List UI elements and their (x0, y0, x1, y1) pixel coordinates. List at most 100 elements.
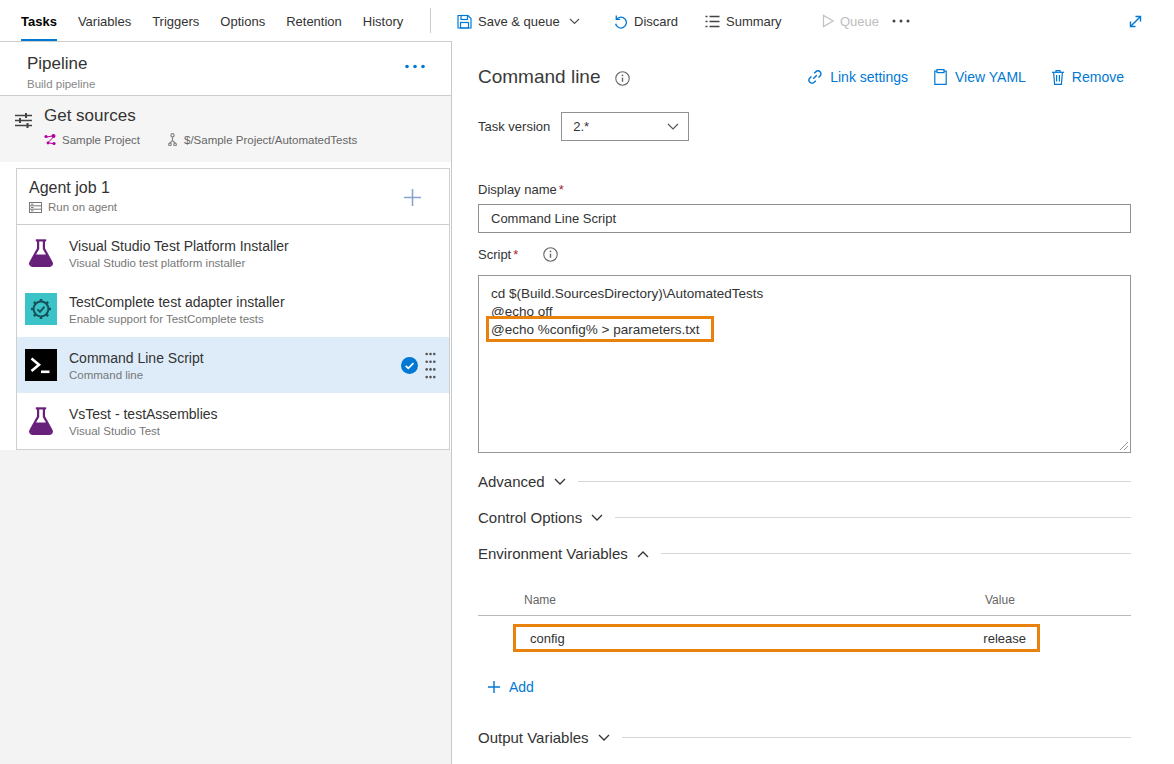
more-actions-button[interactable] (892, 0, 910, 42)
tab-retention[interactable]: Retention (286, 0, 342, 42)
detail-title: Command line (478, 66, 601, 88)
agent-job-title: Agent job 1 (29, 179, 449, 197)
env-name-input[interactable]: config (530, 631, 565, 646)
link-settings-label: Link settings (830, 69, 908, 85)
env-table-rows: config release (478, 624, 1131, 652)
tab-variables[interactable]: Variables (78, 0, 131, 42)
remove-button[interactable]: Remove (1051, 69, 1124, 85)
section-advanced-label: Advanced (478, 473, 545, 490)
env-variable-row: config release (513, 624, 1040, 652)
drag-handle[interactable] (425, 352, 436, 379)
chevron-down-icon (598, 734, 610, 742)
expand-icon (1128, 14, 1143, 29)
queue-button-disabled[interactable]: Queue (822, 0, 879, 42)
selected-check-icon[interactable] (401, 357, 418, 374)
ellipsis-icon (892, 19, 910, 23)
section-divider-line (578, 481, 1131, 482)
agent-icon (29, 202, 42, 213)
task-subtitle: Command line (69, 369, 204, 381)
tab-history[interactable]: History (363, 0, 403, 42)
env-name-header: Name (524, 593, 556, 607)
link-settings-button[interactable]: Link settings (807, 69, 908, 85)
view-yaml-label: View YAML (955, 69, 1026, 85)
detail-header: Command line Link settings View YAML Rem… (478, 60, 1131, 93)
sources-icon (15, 113, 32, 128)
task-subtitle: Enable support for TestComplete tests (69, 313, 285, 325)
agent-job-card: Agent job 1 Run on agent Visual Studio T… (16, 168, 450, 450)
document-icon (933, 69, 948, 85)
script-textarea[interactable]: cd $(Build.SourcesDirectory)\AutomatedTe… (478, 275, 1131, 453)
resize-handle[interactable] (1119, 441, 1129, 451)
project-name: Sample Project (62, 134, 140, 146)
task-row[interactable]: Command Line Script Command line (17, 337, 449, 393)
script-label: Script* (478, 247, 518, 262)
env-value-input[interactable]: release (983, 631, 1026, 646)
task-subtitle: Visual Studio test platform installer (69, 257, 289, 269)
section-control-options[interactable]: Control Options (478, 509, 1131, 526)
get-sources-item[interactable]: Get sources Sample Project $/Sample Proj… (0, 96, 451, 162)
section-control-options-label: Control Options (478, 509, 582, 526)
fullscreen-toggle-button[interactable] (1128, 0, 1143, 42)
task-detail-panel: Command line Link settings View YAML Rem… (452, 42, 1174, 764)
save-queue-button[interactable]: Save & queue (457, 0, 580, 42)
task-row[interactable]: TestComplete test adapter installer Enab… (17, 281, 449, 337)
display-name-input[interactable]: Command Line Script (478, 204, 1131, 233)
trash-icon (1051, 69, 1065, 85)
summary-label: Summary (726, 14, 782, 29)
section-output-variables[interactable]: Output Variables (478, 729, 1131, 746)
toolbar-actions: Save & queue Discard Summary Queue (431, 0, 1174, 42)
pipeline-subtitle: Build pipeline (27, 78, 95, 90)
view-yaml-button[interactable]: View YAML (933, 69, 1026, 85)
pipeline-more-button[interactable] (404, 64, 426, 69)
detail-actions: Link settings View YAML Remove (807, 69, 1124, 85)
discard-button[interactable]: Discard (613, 0, 678, 42)
chevron-down-icon (591, 514, 603, 522)
tab-triggers[interactable]: Triggers (152, 0, 199, 42)
add-variable-button[interactable]: Add (487, 679, 1131, 695)
task-title: TestComplete test adapter installer (69, 294, 285, 310)
task-version-label: Task version (478, 119, 550, 134)
section-output-variables-label: Output Variables (478, 729, 589, 746)
flask-icon (25, 237, 57, 269)
pipeline-title: Pipeline (27, 54, 88, 74)
branch-icon (167, 133, 178, 146)
chevron-down-icon (569, 18, 580, 25)
get-sources-meta: Sample Project $/Sample Project/Automate… (44, 133, 357, 146)
agent-job-subtitle: Run on agent (48, 201, 117, 213)
task-row[interactable]: VsTest - testAssemblies Visual Studio Te… (17, 393, 449, 449)
link-icon (807, 69, 823, 85)
annotation-box-script (486, 316, 714, 342)
env-table-header-line (478, 615, 1131, 616)
section-divider-line (615, 517, 1131, 518)
tab-tasks[interactable]: Tasks (21, 0, 57, 42)
task-version-select[interactable]: 2.* (561, 112, 689, 141)
agent-job-subtitle-row: Run on agent (29, 201, 449, 213)
display-name-label: Display name* (478, 182, 1131, 197)
task-list: Visual Studio Test Platform Installer Vi… (17, 225, 449, 449)
play-icon (822, 14, 834, 28)
tab-bar: Tasks Variables Triggers Options Retenti… (0, 0, 424, 42)
add-task-button[interactable] (403, 188, 422, 207)
task-title: Visual Studio Test Platform Installer (69, 238, 289, 254)
plus-icon (487, 680, 501, 694)
left-panel-footer-area (0, 450, 451, 764)
agent-job-header[interactable]: Agent job 1 Run on agent (17, 169, 449, 225)
info-icon[interactable] (615, 71, 630, 86)
source-path: $/Sample Project/AutomatedTests (184, 134, 357, 146)
add-label: Add (509, 679, 534, 695)
section-environment-variables[interactable]: Environment Variables (478, 545, 1131, 562)
summary-button[interactable]: Summary (705, 0, 782, 42)
undo-icon (613, 14, 628, 29)
chevron-down-icon (667, 123, 679, 131)
pipeline-header[interactable]: Pipeline Build pipeline (0, 42, 451, 96)
testcomplete-icon (25, 293, 57, 325)
jobs-zone: Agent job 1 Run on agent Visual Studio T… (0, 162, 451, 450)
save-queue-label: Save & queue (478, 14, 560, 29)
task-row[interactable]: Visual Studio Test Platform Installer Vi… (17, 225, 449, 281)
save-icon (457, 14, 472, 29)
tab-options[interactable]: Options (220, 0, 265, 42)
discard-label: Discard (634, 14, 678, 29)
task-version-value: 2.* (573, 119, 589, 134)
section-advanced[interactable]: Advanced (478, 473, 1131, 490)
info-icon[interactable] (543, 247, 558, 262)
